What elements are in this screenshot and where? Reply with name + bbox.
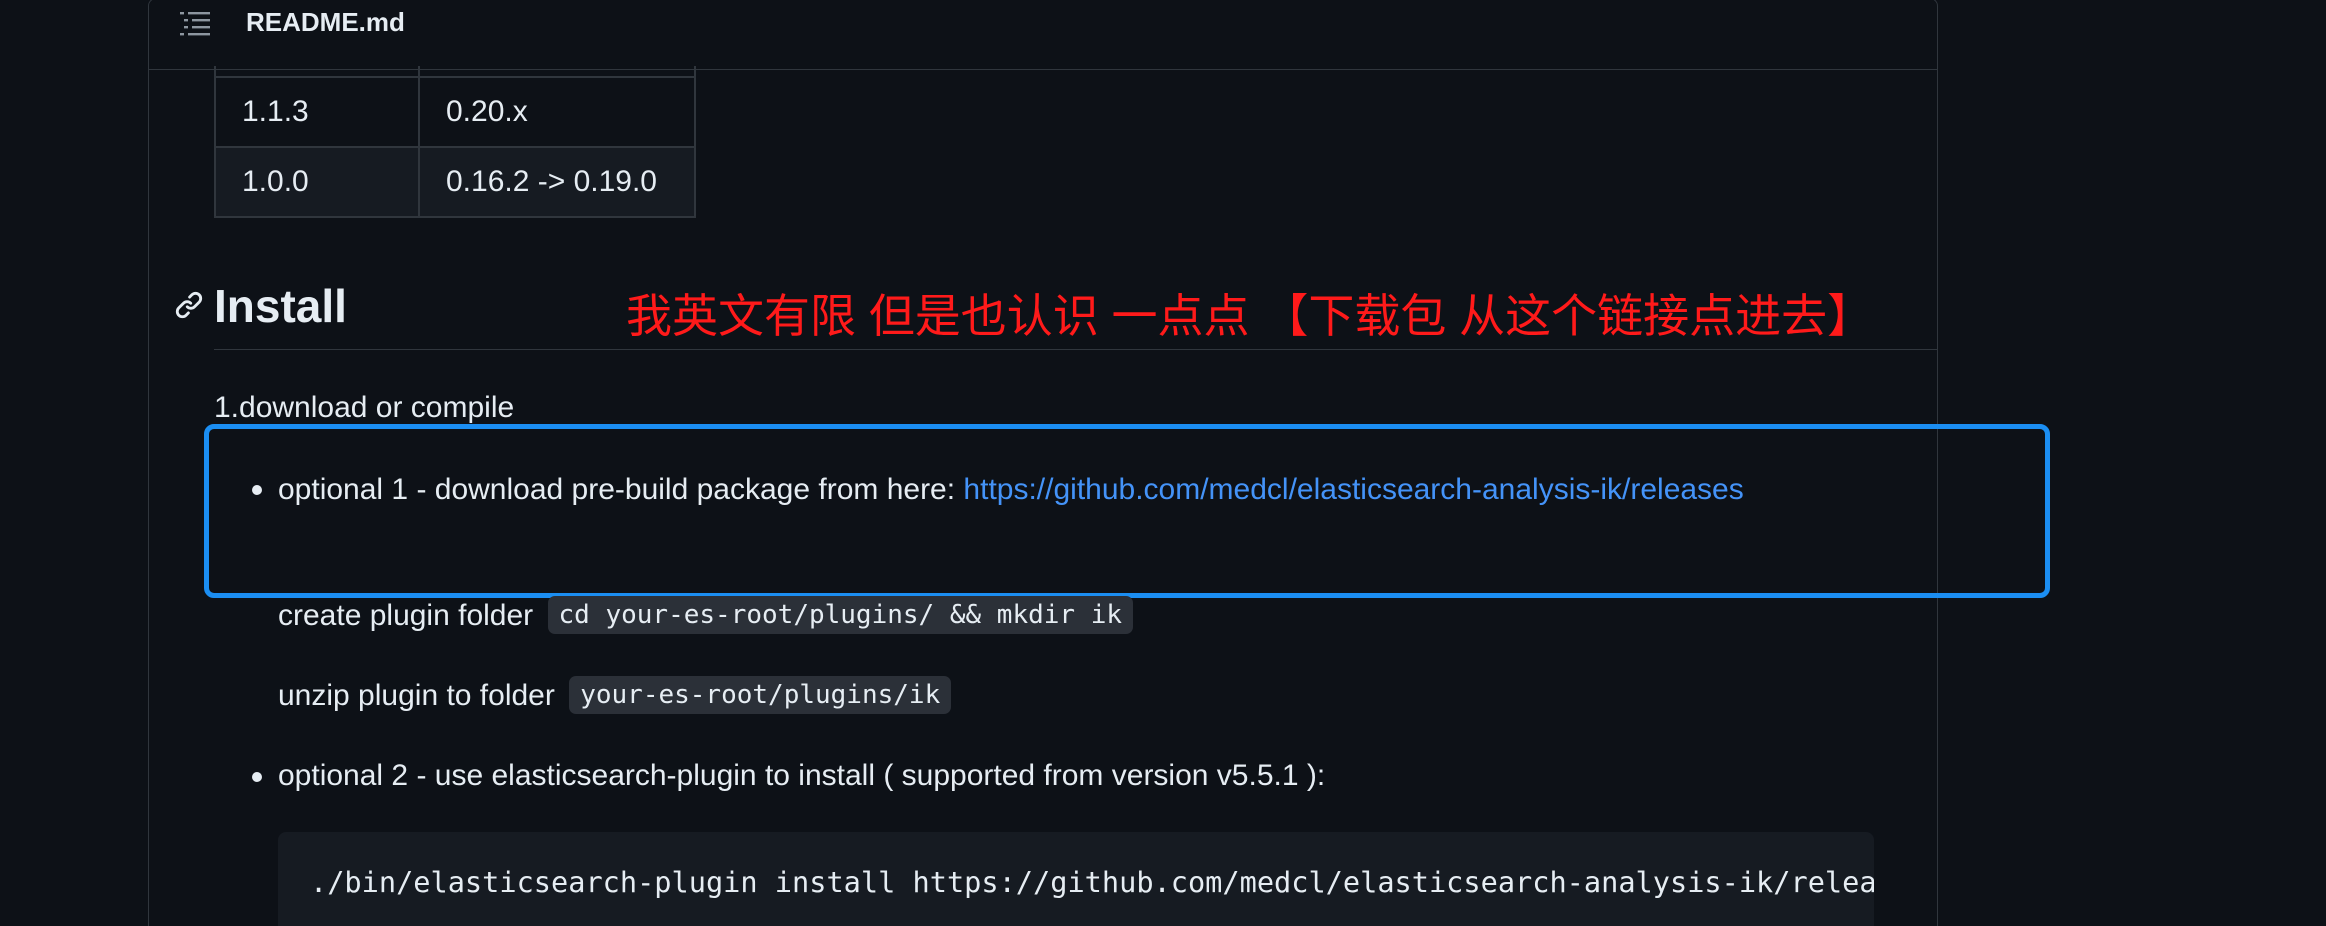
step-download-or-compile: 1.download or compile: [214, 391, 515, 424]
table-cell: 1.0.0: [214, 146, 420, 218]
outline-list-icon[interactable]: [180, 10, 210, 36]
red-annotation-text: 我英文有限 但是也认识 一点点 【下载包 从这个链接点进去】: [626, 290, 1874, 342]
install-command-code-block[interactable]: ./bin/elasticsearch-plugin install https…: [278, 832, 1874, 926]
bullet-icon: [252, 772, 262, 782]
create-folder-paragraph: create plugin folder cd your-es-root/plu…: [278, 596, 1134, 636]
create-folder-text: create plugin folder: [278, 599, 534, 632]
releases-link[interactable]: https://github.com/medcl/elasticsearch-a…: [963, 473, 1743, 506]
unzip-text: unzip plugin to folder: [278, 679, 555, 712]
table-cell: 1.1.3: [214, 76, 420, 148]
create-folder-code: cd your-es-root/plugins/ && mkdir ik: [547, 596, 1134, 634]
readme-title[interactable]: README.md: [246, 6, 405, 38]
install-command: ./bin/elasticsearch-plugin install https…: [310, 865, 1874, 899]
install-heading: Install: [214, 280, 347, 332]
version-table: 1.1.3 0.20.x 1.0.0 0.16.2 -> 0.19.0: [214, 76, 696, 218]
table-cell: 0.16.2 -> 0.19.0: [418, 146, 696, 218]
option-1-text: optional 1 - download pre-build package …: [278, 473, 964, 506]
option-2-text: optional 2 - use elasticsearch-plugin to…: [278, 759, 1326, 792]
option-1-item: optional 1 - download pre-build package …: [278, 466, 1758, 514]
heading-divider: [214, 349, 1938, 350]
unzip-code: your-es-root/plugins/ik: [569, 676, 952, 714]
table-row: 1.0.0 0.16.2 -> 0.19.0: [214, 146, 696, 218]
bullet-icon: [252, 485, 262, 495]
table-cell: 0.20.x: [418, 76, 696, 148]
readme-header: README.md: [148, 0, 1938, 70]
table-partial-row: [214, 66, 696, 76]
table-row: 1.1.3 0.20.x: [214, 76, 696, 148]
unzip-paragraph: unzip plugin to folder your-es-root/plug…: [278, 676, 952, 716]
anchor-link-icon[interactable]: [174, 290, 204, 320]
